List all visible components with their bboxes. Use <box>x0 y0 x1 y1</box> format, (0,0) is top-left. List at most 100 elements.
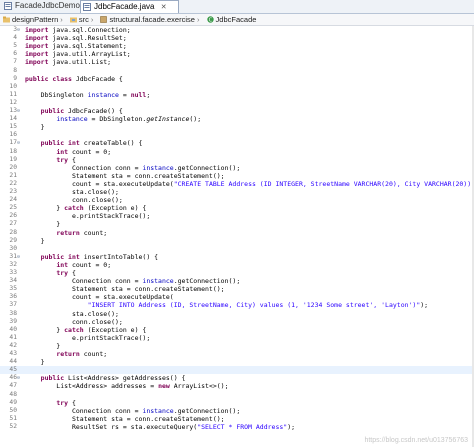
code-token: int <box>56 147 69 156</box>
tab-jdbcfacade[interactable]: JdbcFacade.java ✕ <box>80 0 179 13</box>
code-line[interactable]: 19 try { <box>0 156 474 164</box>
code-line[interactable]: 50 Connection conn = instance.getConnect… <box>0 407 474 415</box>
code-line[interactable]: 41 e.printStackTrace(); <box>0 334 474 342</box>
line-number: 11 <box>9 90 17 98</box>
code-line[interactable]: 38 sta.close(); <box>0 310 474 318</box>
line-number: 9 <box>13 74 17 82</box>
code-token: } <box>25 204 65 213</box>
code-text: public int insertIntoTable() { <box>25 253 158 261</box>
collapse-fold-icon[interactable]: ⊖ <box>17 254 20 259</box>
code-token: java.sql.Connection; <box>48 26 131 34</box>
code-token: import <box>25 34 49 43</box>
code-line[interactable]: 30 <box>0 245 474 253</box>
code-line[interactable]: 44 } <box>0 358 474 366</box>
code-token: (Exception e) { <box>83 325 147 334</box>
code-line[interactable]: 33 try { <box>0 269 474 277</box>
code-line[interactable]: 13 ⊖ public JdbcFacade() { <box>0 107 474 115</box>
code-line[interactable]: 11 DbSingleton instance = null; <box>0 91 474 99</box>
code-line[interactable]: 35 Statement sta = conn.createStatement(… <box>0 285 474 293</box>
breadcrumb-src[interactable]: src <box>67 14 89 25</box>
breadcrumb-package[interactable]: structural.facade.exercise <box>97 14 195 25</box>
code-line[interactable]: 14 instance = DbSingleton.getInstance(); <box>0 115 474 123</box>
code-line[interactable]: 47 List<Address> addresses = new ArrayLi… <box>0 382 474 390</box>
code-line[interactable]: 17 ⊖ public int createTable() { <box>0 139 474 147</box>
code-line[interactable]: 34 Connection conn = instance.getConnect… <box>0 277 474 285</box>
code-line[interactable]: 45 <box>0 366 474 375</box>
code-line[interactable]: 32 int count = 0; <box>0 261 474 269</box>
code-line[interactable]: 31 ⊖ public int insertIntoTable() { <box>0 253 474 261</box>
code-token: sta.close(); <box>25 188 119 196</box>
code-line[interactable]: 39 conn.close(); <box>0 318 474 326</box>
code-line[interactable]: 25 } catch (Exception e) { <box>0 204 474 212</box>
code-token: java.sql.Statement; <box>48 42 127 51</box>
code-token: { <box>68 155 76 164</box>
code-line[interactable]: 12 <box>0 99 474 107</box>
code-line[interactable]: 51 Statement sta = conn.createStatement(… <box>0 415 474 423</box>
code-line[interactable]: 49 try { <box>0 399 474 407</box>
code-token: java.util.List; <box>48 58 112 67</box>
code-token: "SELECT * FROM Address" <box>197 422 288 431</box>
code-line[interactable]: 24 conn.close(); <box>0 196 474 204</box>
line-number: 43 <box>9 350 17 357</box>
code-token: .getConnection(); <box>173 406 241 415</box>
java-file-icon <box>4 2 12 10</box>
code-line[interactable]: 20 Connection conn = instance.getConnect… <box>0 164 474 172</box>
code-line[interactable]: 4 import java.sql.ResultSet; <box>0 34 474 42</box>
close-tab-icon[interactable]: ✕ <box>161 4 167 11</box>
code-token: (); <box>189 115 202 124</box>
code-line[interactable]: 18 int count = 0; <box>0 148 474 156</box>
code-line[interactable]: 52 ResultSet rs = sta.executeQuery("SELE… <box>0 423 474 431</box>
code-line[interactable]: 48 <box>0 391 474 399</box>
code-line[interactable]: 7 import java.util.List; <box>0 58 474 66</box>
code-token: public <box>40 107 65 115</box>
code-text: Connection conn = instance.getConnection… <box>25 407 240 415</box>
code-line[interactable]: 3 ⊖ import java.sql.Connection; <box>0 26 474 34</box>
code-line[interactable]: 40 } catch (Exception e) { <box>0 326 474 334</box>
code-line[interactable]: 23 sta.close(); <box>0 188 474 196</box>
code-editor[interactable]: 3 ⊖ import java.sql.Connection; 4 import jav… <box>0 26 474 447</box>
collapse-fold-icon[interactable]: ⊖ <box>17 376 20 381</box>
code-line[interactable]: 43 return count; <box>0 350 474 358</box>
code-line[interactable]: 5 import java.sql.Statement; <box>0 42 474 50</box>
code-text: public int createTable() { <box>25 139 143 147</box>
code-line[interactable]: 37 "INSERT INTO Address (ID, StreetName,… <box>0 301 474 309</box>
code-line[interactable]: 29 } <box>0 237 474 245</box>
collapse-fold-icon[interactable]: ⊖ <box>17 109 20 114</box>
code-line[interactable]: 28 return count; <box>0 229 474 237</box>
code-token: try <box>56 155 69 164</box>
line-number: 18 <box>9 147 17 155</box>
code-token: import <box>25 58 49 67</box>
line-number: 34 <box>9 277 17 285</box>
code-token: ; <box>146 90 151 99</box>
code-line[interactable]: 9 public class JdbcFacade { <box>0 75 474 83</box>
code-text: conn.close(); <box>25 196 123 204</box>
code-line[interactable]: 46 ⊖ public List<Address> getAddresses() … <box>0 374 474 382</box>
collapse-fold-icon[interactable]: ⊖ <box>17 141 20 146</box>
code-token: ResultSet rs = sta.executeQuery( <box>25 422 198 431</box>
code-line[interactable]: 26 e.printStackTrace(); <box>0 212 474 220</box>
code-line[interactable]: 36 count = sta.executeUpdate( <box>0 293 474 301</box>
code-line[interactable]: 10 <box>0 83 474 91</box>
code-token: } <box>25 325 65 334</box>
collapse-fold-icon[interactable]: ⊖ <box>17 28 20 33</box>
code-line[interactable]: 15 } <box>0 123 474 131</box>
breadcrumb-project[interactable]: designPattern <box>0 14 58 25</box>
breadcrumb-class[interactable]: C JdbcFacade <box>204 14 256 25</box>
code-text: Statement sta = conn.createStatement(); <box>25 415 225 423</box>
code-line[interactable]: 16 <box>0 131 474 139</box>
tab-facadejdbcdemo[interactable]: FacadeJdbcDemo.java <box>2 0 97 12</box>
code-text: "INSERT INTO Address (ID, StreetName, Ci… <box>25 301 428 309</box>
code-line[interactable]: 21 Statement sta = conn.createStatement(… <box>0 172 474 180</box>
code-line[interactable]: 6 import java.util.ArrayList; <box>0 50 474 58</box>
code-text: DbSingleton instance = null; <box>25 90 151 99</box>
code-line[interactable]: 8 <box>0 67 474 75</box>
line-number: 44 <box>9 358 17 366</box>
code-line[interactable]: 42 } <box>0 342 474 350</box>
code-line[interactable]: 22 count = sta.executeUpdate("CREATE TAB… <box>0 180 474 188</box>
code-line[interactable]: 27 } <box>0 220 474 228</box>
code-token: } <box>25 123 45 132</box>
code-token: count; <box>79 228 108 237</box>
